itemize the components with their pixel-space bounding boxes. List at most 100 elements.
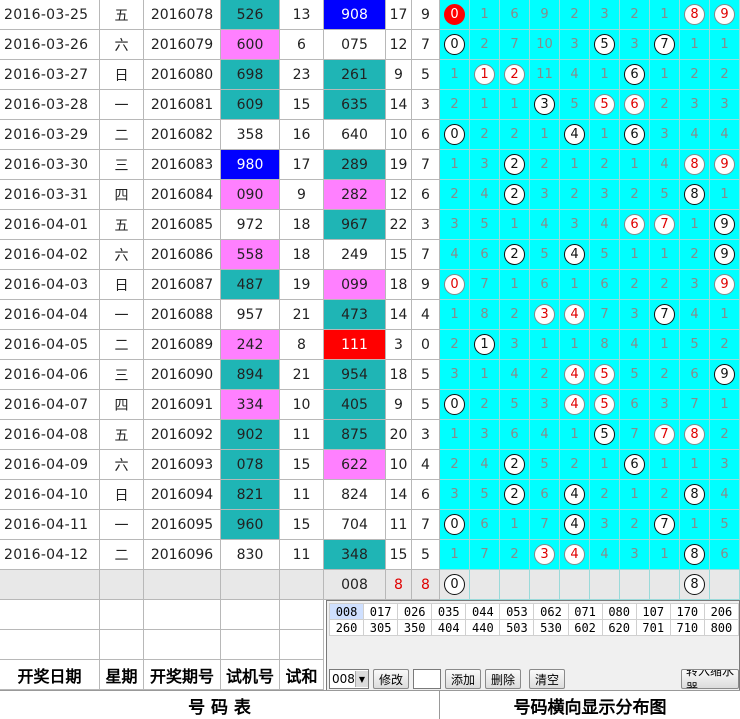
candidate-number[interactable]: 305 (363, 619, 399, 636)
dist-cell: 1 (680, 30, 710, 60)
candidate-row: 008 017 026 035 044 053 062 071 080 107 170 206 (328, 603, 740, 620)
cell-draw: 622 (324, 450, 386, 480)
add-button[interactable]: 添加 (445, 669, 481, 689)
dist-cell: 4 (470, 180, 500, 210)
cell-date: 2016-04-10 (0, 480, 100, 510)
dist-cell: 1 (650, 60, 680, 90)
candidate-number[interactable]: 620 (601, 619, 637, 636)
dist-cell: 9 (710, 360, 740, 390)
candidate-number[interactable]: 008 (328, 603, 365, 620)
cell-span: 7 (412, 240, 440, 270)
candidate-number[interactable]: 026 (397, 603, 433, 620)
dist-cell: 1 (470, 360, 500, 390)
digit-ball: 5 (594, 94, 615, 115)
candidate-number[interactable]: 440 (465, 619, 501, 636)
dist-cell: 6 (500, 0, 530, 30)
dist-cell: 1 (650, 330, 680, 360)
dist-cell: 2 (530, 360, 560, 390)
digit-ball: 8 (684, 154, 705, 175)
dist-cell: 2 (500, 180, 530, 210)
dist-cell: 2 (560, 450, 590, 480)
cell-sum2: 18 (386, 270, 412, 300)
candidate-number[interactable]: 350 (397, 619, 433, 636)
cell-trial: 980 (221, 150, 280, 180)
dist-cell: 6 (530, 270, 560, 300)
cell-sum2: 17 (386, 0, 412, 30)
dist-cell: 4 (680, 300, 710, 330)
dist-cell: 3 (530, 390, 560, 420)
digit-ball: 8 (684, 424, 705, 445)
candidate-number[interactable]: 260 (328, 619, 365, 636)
candidate-number[interactable]: 404 (431, 619, 467, 636)
candidate-number[interactable]: 206 (703, 603, 740, 620)
dist-cell: 3 (620, 300, 650, 330)
chevron-down-icon[interactable]: ▼ (354, 671, 368, 687)
dist-cell: 1 (620, 150, 650, 180)
candidate-number[interactable]: 710 (669, 619, 705, 636)
dist-cell: 6 (620, 450, 650, 480)
cell-span: 5 (412, 390, 440, 420)
dist-cell: 4 (560, 300, 590, 330)
cell-sum2: 11 (386, 510, 412, 540)
candidate-number[interactable]: 503 (499, 619, 535, 636)
cell-week: 六 (100, 30, 144, 60)
cell-span: 4 (412, 450, 440, 480)
candidate-number[interactable]: 530 (533, 619, 569, 636)
cell-trial: 358 (221, 120, 280, 150)
dist-cell: 7 (650, 420, 680, 450)
cell-issue: 2016093 (144, 450, 221, 480)
modify-button[interactable]: 修改 (373, 669, 409, 689)
candidate-number[interactable]: 062 (533, 603, 569, 620)
candidate-number[interactable]: 053 (499, 603, 535, 620)
dist-cell: 1 (560, 330, 590, 360)
cell-sum1: 15 (280, 90, 324, 120)
digit-ball: 9 (714, 274, 735, 295)
cell-span: 7 (412, 510, 440, 540)
cell-sum1: 19 (280, 270, 324, 300)
cell-week: 一 (100, 510, 144, 540)
candidate-number[interactable]: 035 (431, 603, 467, 620)
dist-cell: 1 (650, 240, 680, 270)
cell-sum2: 9 (386, 60, 412, 90)
number-input[interactable] (413, 669, 441, 689)
delete-button[interactable]: 删除 (485, 669, 521, 689)
candidate-number[interactable]: 071 (567, 603, 603, 620)
cell-trial: 830 (221, 540, 280, 570)
digit-ball: 3 (534, 544, 555, 565)
number-select[interactable]: 008 ▼ (329, 669, 369, 689)
candidate-number[interactable]: 107 (635, 603, 671, 620)
empty-cell (280, 600, 324, 630)
cell-week: 一 (100, 300, 144, 330)
dist-cell: 2 (500, 240, 530, 270)
cell-span: 5 (412, 540, 440, 570)
dist-cell: 8 (680, 180, 710, 210)
dist-cell: 1 (590, 450, 620, 480)
candidate-number[interactable]: 080 (601, 603, 637, 620)
import-reducer-button[interactable]: 转入缩水器 (681, 669, 739, 689)
cell-issue: 2016087 (144, 270, 221, 300)
dist-cell: 3 (440, 480, 470, 510)
digit-ball: 9 (714, 364, 735, 385)
cell-week: 二 (100, 330, 144, 360)
candidate-number[interactable]: 602 (567, 619, 603, 636)
digit-ball: 8 (684, 544, 705, 565)
cell-sum1: 18 (280, 240, 324, 270)
cell-trial: 526 (221, 0, 280, 30)
dist-cell: 2 (560, 0, 590, 30)
digit-ball: 1 (474, 64, 495, 85)
cell-trial: 090 (221, 180, 280, 210)
candidate-number[interactable]: 017 (363, 603, 399, 620)
candidate-number[interactable]: 701 (635, 619, 671, 636)
cell-issue: 2016080 (144, 60, 221, 90)
dist-cell: 4 (650, 150, 680, 180)
candidate-number[interactable]: 800 (703, 619, 740, 636)
pred-cell-span: 8 (412, 570, 440, 600)
clear-button[interactable]: 清空 (529, 669, 565, 689)
dist-cell: 6 (710, 540, 740, 570)
digit-ball: 7 (654, 424, 675, 445)
candidate-number[interactable]: 170 (669, 603, 705, 620)
cell-draw: 635 (324, 90, 386, 120)
candidate-number[interactable]: 044 (465, 603, 501, 620)
digit-ball: 6 (624, 64, 645, 85)
dist-cell: 2 (590, 150, 620, 180)
